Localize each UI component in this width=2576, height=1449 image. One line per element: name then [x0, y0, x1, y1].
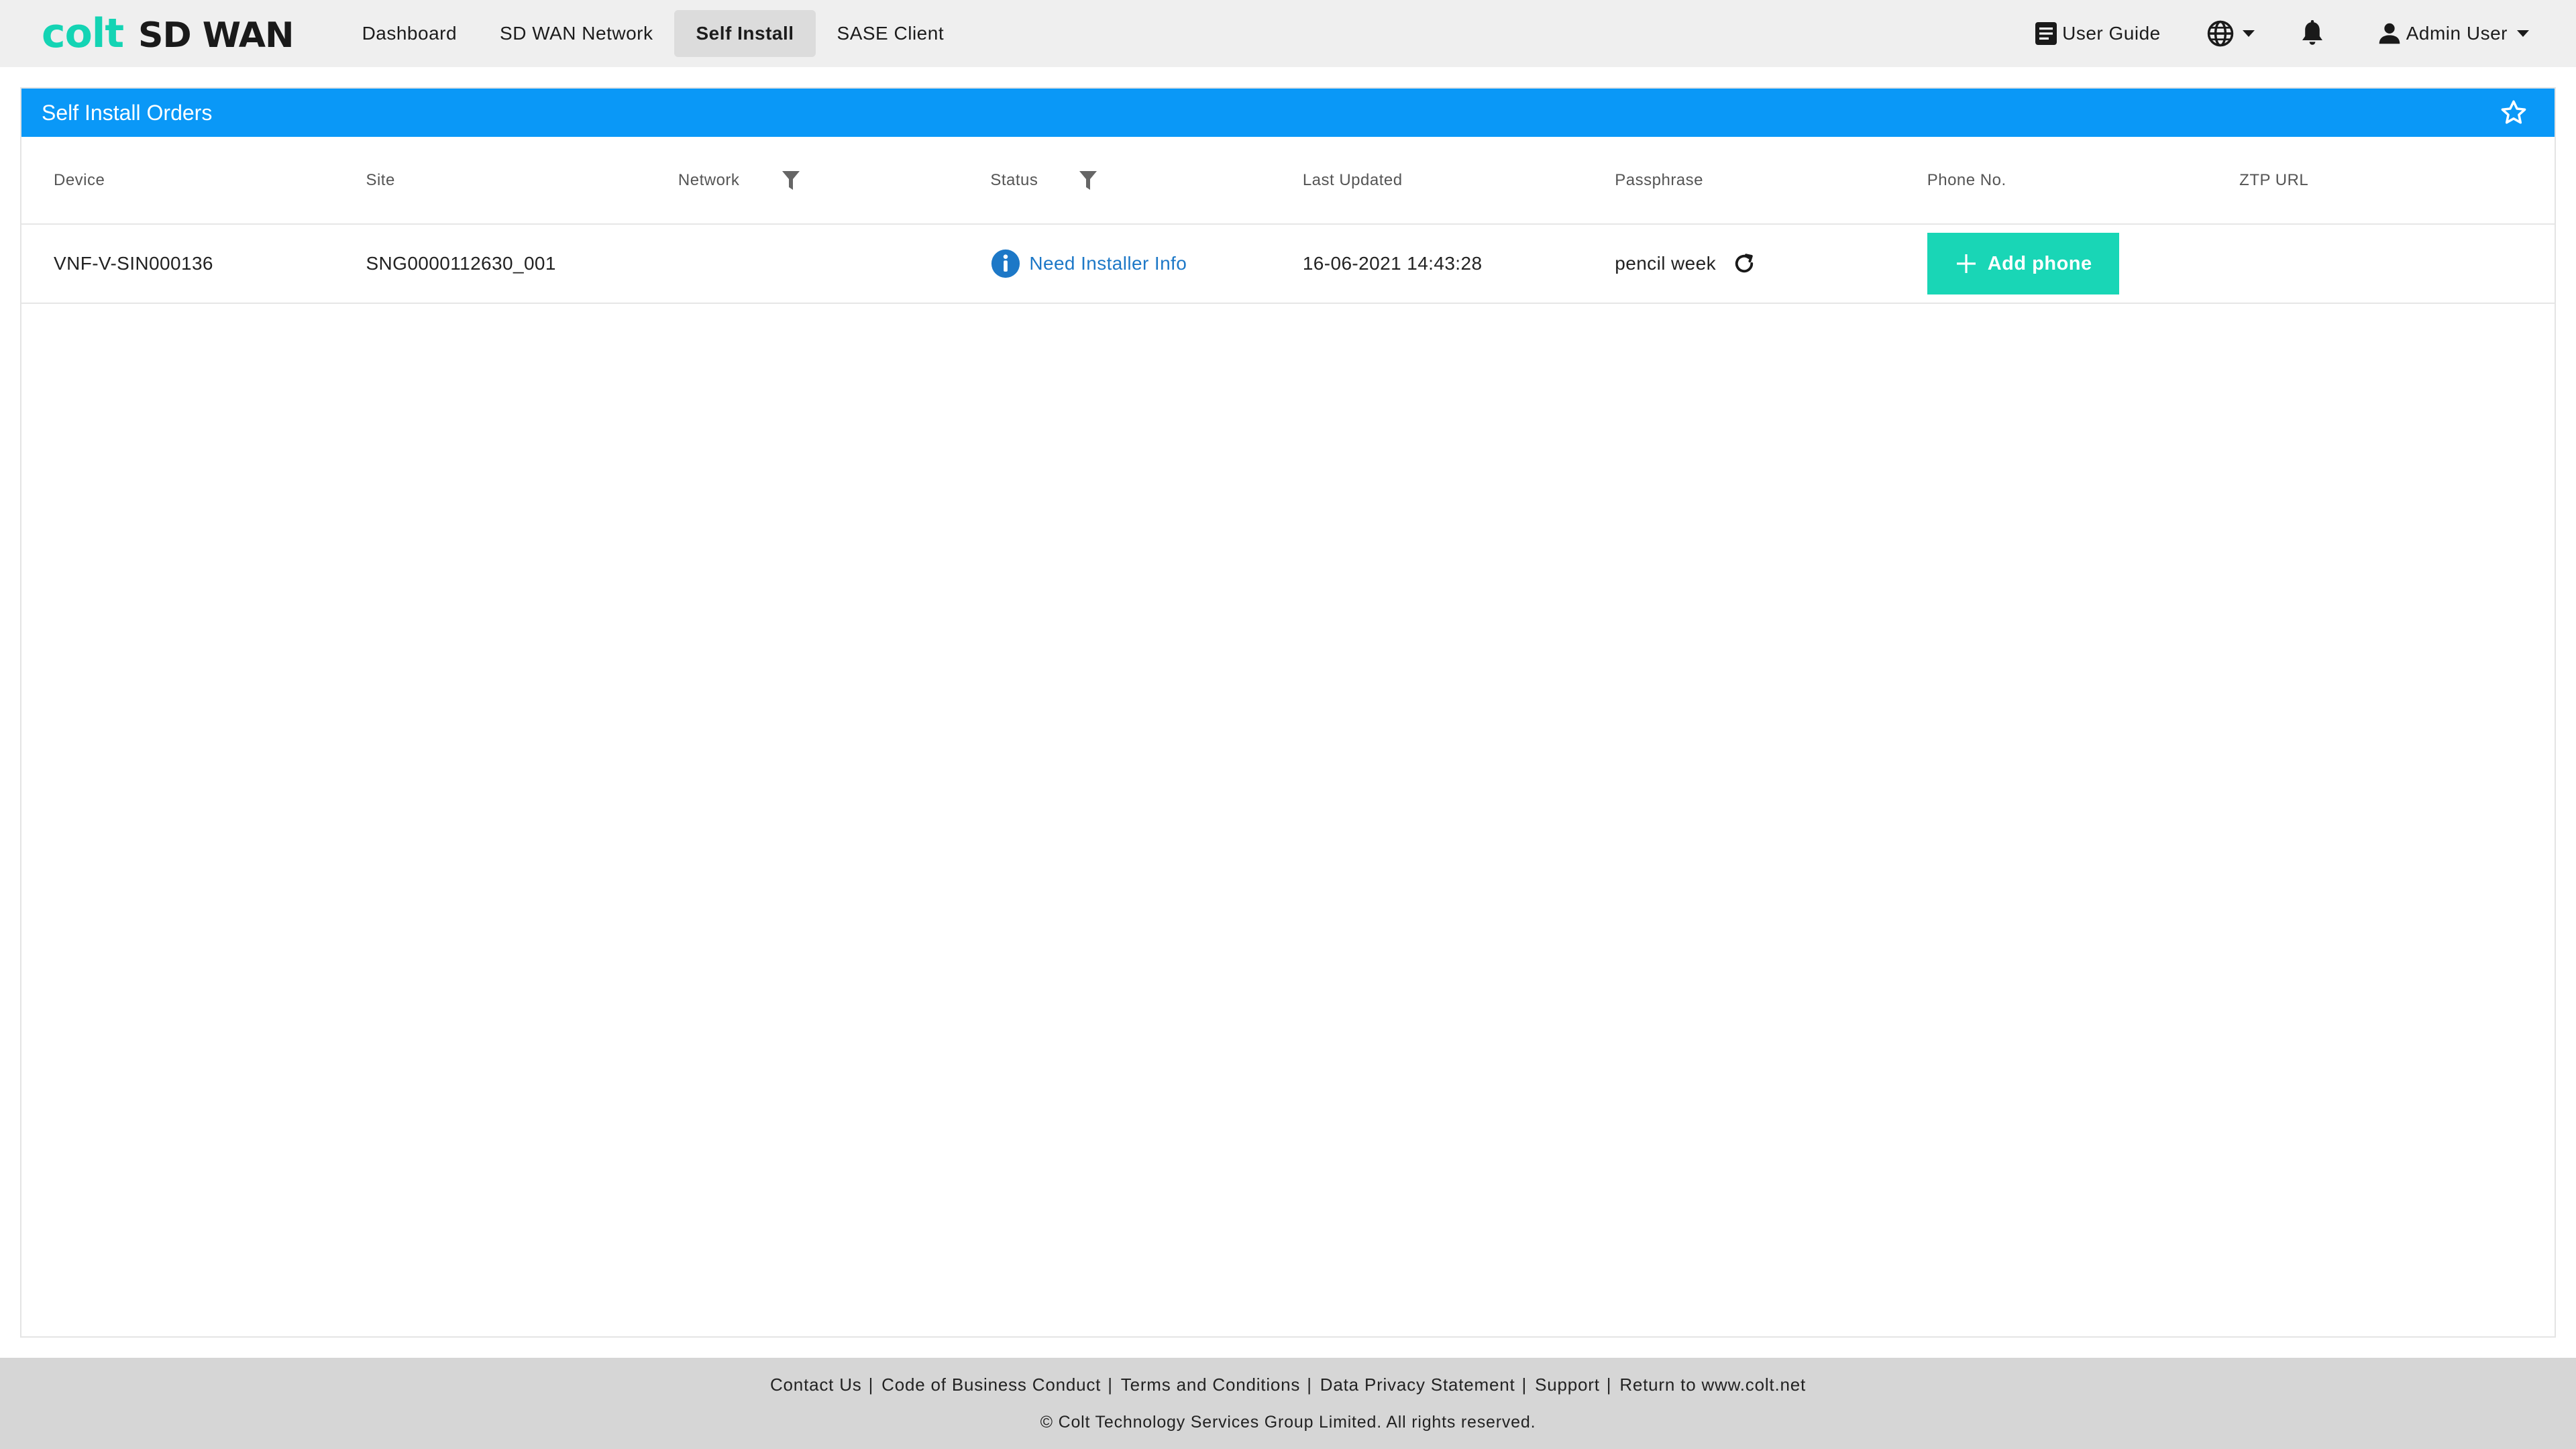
globe-icon [2206, 19, 2235, 48]
star-outline-icon[interactable] [2500, 99, 2534, 127]
column-header-status-label[interactable]: Status [990, 171, 1038, 190]
table-row: VNF-V-SIN000136 SNG0000112630_001 Need I… [21, 224, 2555, 304]
footer-copyright: © Colt Technology Services Group Limited… [1040, 1413, 1536, 1432]
footer-link-return-to-colt[interactable]: Return to www.colt.net [1619, 1375, 1806, 1395]
passphrase-text: pencil week [1615, 253, 1716, 274]
page-footer: Contact Us | Code of Business Conduct | … [0, 1358, 2576, 1449]
orders-table: Device Site Network Status Last Updated … [21, 137, 2555, 304]
filter-icon[interactable] [782, 170, 800, 190]
footer-link-support[interactable]: Support [1535, 1375, 1600, 1395]
footer-separator: | [1307, 1375, 1312, 1395]
notifications-button[interactable] [2300, 20, 2324, 47]
nav-item-sd-wan-network[interactable]: SD WAN Network [478, 10, 674, 57]
footer-separator: | [868, 1375, 874, 1395]
document-icon [2034, 21, 2062, 46]
footer-link-terms-and-conditions[interactable]: Terms and Conditions [1121, 1375, 1300, 1395]
app-logo[interactable]: colt SD WAN [42, 10, 294, 57]
table-header-row: Device Site Network Status Last Updated … [21, 137, 2555, 225]
top-navigation-bar: colt SD WAN Dashboard SD WAN Network Sel… [0, 0, 2576, 67]
product-name: SD WAN [138, 15, 294, 56]
nav-item-sase-client[interactable]: SASE Client [816, 10, 966, 57]
info-icon [990, 248, 1021, 279]
column-header-device[interactable]: Device [21, 137, 334, 225]
refresh-icon[interactable] [1732, 252, 1756, 276]
cell-ztp-url [2207, 224, 2555, 304]
panel-header: Self Install Orders [21, 89, 2555, 137]
user-guide-button[interactable]: User Guide [2034, 21, 2161, 46]
user-guide-label: User Guide [2062, 23, 2161, 44]
footer-separator: | [1521, 1375, 1527, 1395]
person-icon [2378, 22, 2406, 45]
cell-passphrase: pencil week [1582, 224, 1895, 304]
footer-link-contact-us[interactable]: Contact Us [770, 1375, 862, 1395]
cell-status: Need Installer Info [958, 224, 1271, 304]
footer-links: Contact Us | Code of Business Conduct | … [770, 1375, 1806, 1395]
add-phone-label: Add phone [1987, 252, 2092, 274]
footer-link-code-of-business-conduct[interactable]: Code of Business Conduct [881, 1375, 1101, 1395]
self-install-orders-panel: Self Install Orders Device Site Network [20, 87, 2556, 1338]
column-header-ztp-url[interactable]: ZTP URL [2207, 137, 2555, 225]
add-phone-button[interactable]: Add phone [1927, 233, 2119, 294]
column-header-passphrase[interactable]: Passphrase [1582, 137, 1895, 225]
filter-icon[interactable] [1079, 170, 1097, 190]
footer-link-data-privacy-statement[interactable]: Data Privacy Statement [1320, 1375, 1515, 1395]
cell-network [645, 224, 959, 304]
panel-title: Self Install Orders [42, 100, 213, 125]
brand-name: colt [42, 10, 124, 57]
cell-last-updated: 16-06-2021 14:43:28 [1270, 224, 1583, 304]
footer-separator: | [1606, 1375, 1612, 1395]
status-link[interactable]: Need Installer Info [1029, 253, 1187, 274]
column-header-phone-no[interactable]: Phone No. [1894, 137, 2208, 225]
main-nav: Dashboard SD WAN Network Self Install SA… [341, 0, 966, 67]
nav-item-self-install[interactable]: Self Install [674, 10, 816, 57]
chevron-down-icon [2242, 30, 2255, 37]
bell-icon [2300, 20, 2324, 47]
chevron-down-icon [2517, 30, 2529, 37]
user-menu[interactable]: Admin User [2378, 22, 2529, 45]
plus-icon [1956, 254, 1976, 273]
footer-separator: | [1108, 1375, 1113, 1395]
column-header-last-updated[interactable]: Last Updated [1270, 137, 1583, 225]
column-header-status: Status [958, 137, 1271, 225]
column-header-network-label[interactable]: Network [678, 171, 740, 190]
nav-item-dashboard[interactable]: Dashboard [341, 10, 478, 57]
column-header-site[interactable]: Site [333, 137, 646, 225]
column-header-network: Network [645, 137, 959, 225]
user-name: Admin User [2406, 23, 2508, 44]
language-selector[interactable] [2206, 19, 2255, 48]
cell-site: SNG0000112630_001 [333, 224, 646, 304]
topbar-actions: User Guide Admin User [2034, 19, 2529, 48]
cell-phone: Add phone [1894, 224, 2208, 304]
cell-device: VNF-V-SIN000136 [21, 224, 334, 304]
